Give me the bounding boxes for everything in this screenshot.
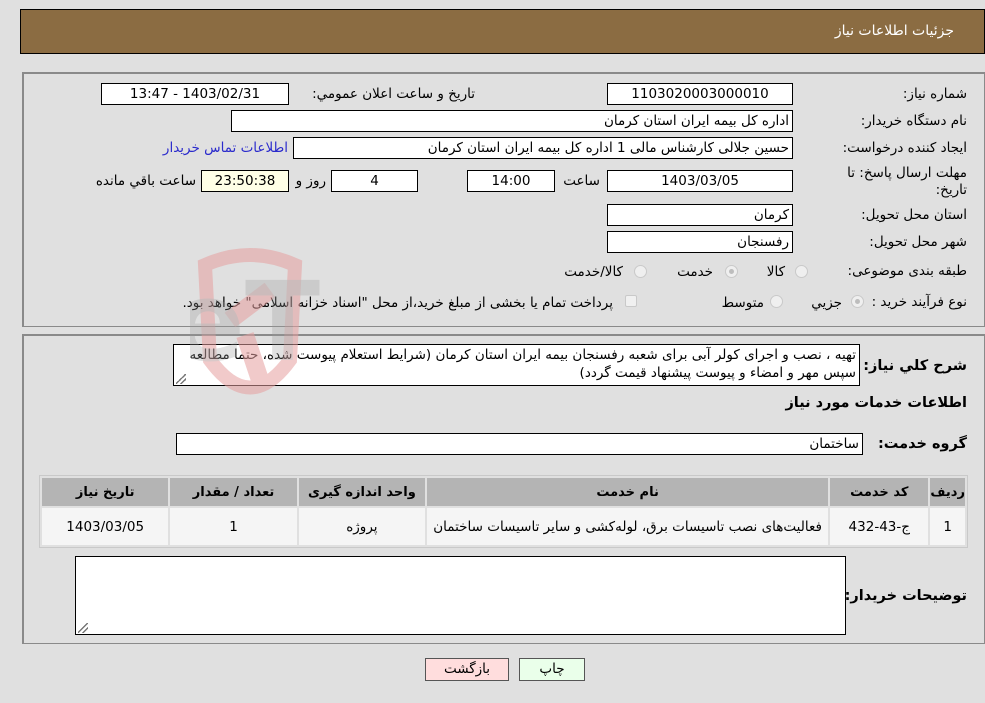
back-button[interactable]: بازگشت	[425, 658, 509, 681]
cell-quantity: 1	[170, 508, 297, 545]
announce-datetime-label: تاریخ و ساعت اعلان عمومي:	[312, 86, 475, 102]
col-header-need-date: تاریخ نیاز	[42, 478, 169, 506]
requester-label: ایجاد کننده درخواست:	[842, 140, 967, 156]
need-number-label: شماره نیاز:	[902, 86, 967, 102]
deadline-time-label: ساعت	[563, 173, 600, 189]
table-header-row: ردیف کد خدمت نام خدمت واحد اندازه گیری ت…	[42, 478, 965, 506]
purchase-type-radio-medium[interactable]	[770, 295, 783, 308]
table-row: 1 ج-43-432 فعالیت‌های نصب تاسیسات برق، ل…	[42, 508, 965, 545]
buyer-notes-textarea[interactable]	[75, 556, 846, 635]
col-header-service-name: نام خدمت	[427, 478, 829, 506]
category-option-goods: کالا	[766, 264, 785, 280]
province-field: کرمان	[607, 204, 793, 226]
category-option-goods-service: کالا/خدمت	[564, 264, 623, 280]
purchase-type-label: نوع فرآیند خرید :	[871, 294, 967, 310]
page-header: جزئیات اطلاعات نیاز	[20, 9, 985, 54]
purchase-type-radio-minor[interactable]	[851, 295, 864, 308]
deadline-label-date: تاریخ:	[935, 182, 967, 198]
col-header-quantity: تعداد / مقدار	[170, 478, 297, 506]
category-label: طبقه بندی موضوعی:	[847, 263, 967, 279]
col-header-unit: واحد اندازه گیری	[298, 478, 426, 506]
province-label: استان محل تحویل:	[861, 207, 967, 223]
description-label: شرح کلي نياز:	[863, 358, 967, 374]
cell-row-number: 1	[930, 508, 965, 545]
announce-datetime-field: 1403/02/31 - 13:47	[101, 83, 289, 105]
deadline-label: مهلت ارسال پاسخ: تا	[847, 165, 967, 181]
city-field: رفسنجان	[607, 231, 793, 253]
print-button[interactable]: چاپ	[519, 658, 585, 681]
service-group-field: ساختمان	[176, 433, 863, 455]
remaining-time-field: 23:50:38	[201, 170, 289, 192]
cell-unit: پروژه	[298, 508, 426, 545]
services-table: ردیف کد خدمت نام خدمت واحد اندازه گیری ت…	[39, 475, 968, 548]
buyer-contact-link[interactable]: اطلاعات تماس خریدار	[163, 140, 288, 156]
need-number-field: 1103020003000010	[607, 83, 793, 105]
deadline-date-field: 1403/03/05	[607, 170, 793, 192]
deadline-time-field: 14:00	[467, 170, 555, 192]
category-option-service: خدمت	[677, 264, 713, 280]
buyer-org-field: اداره کل بیمه ایران استان کرمان	[231, 110, 793, 132]
treasury-checkbox-label: پرداخت تمام یا بخشی از مبلغ خرید،از محل …	[182, 295, 613, 311]
treasury-checkbox[interactable]	[625, 295, 637, 307]
cell-service-name: فعالیت‌های نصب تاسیسات برق، لوله‌کشی و س…	[427, 508, 829, 545]
city-label: شهر محل تحویل:	[869, 234, 967, 250]
cell-need-date: 1403/03/05	[42, 508, 169, 545]
description-text: تهیه ، نصب و اجرای کولر آبی برای شعبه رف…	[189, 347, 856, 381]
page-title: جزئیات اطلاعات نیاز	[834, 23, 954, 39]
col-header-service-code: کد خدمت	[830, 478, 929, 506]
purchase-type-option-medium: متوسط	[721, 295, 764, 311]
services-section-title: اطلاعات خدمات مورد نياز	[785, 395, 967, 411]
requester-field: حسین جلالی کارشناس مالی 1 اداره کل بیمه …	[293, 137, 793, 159]
remaining-days-field: 4	[331, 170, 418, 192]
category-radio-goods[interactable]	[795, 265, 808, 278]
purchase-type-option-minor: جزيي	[811, 295, 842, 311]
resize-grip-icon[interactable]	[78, 623, 88, 633]
description-textarea[interactable]: تهیه ، نصب و اجرای کولر آبی برای شعبه رف…	[173, 344, 860, 386]
category-radio-goods-service[interactable]	[634, 265, 647, 278]
service-group-label: گروه خدمت:	[877, 436, 967, 452]
category-radio-service[interactable]	[725, 265, 738, 278]
cell-service-code: ج-43-432	[830, 508, 929, 545]
buyer-notes-label: توضیحات خریدار:	[844, 588, 967, 604]
col-header-row-number: ردیف	[930, 478, 965, 506]
resize-grip-icon[interactable]	[176, 374, 186, 384]
remaining-days-label: روز و	[295, 173, 326, 189]
remaining-time-label: ساعت باقي مانده	[95, 173, 196, 189]
buyer-org-label: نام دستگاه خریدار:	[860, 113, 967, 129]
